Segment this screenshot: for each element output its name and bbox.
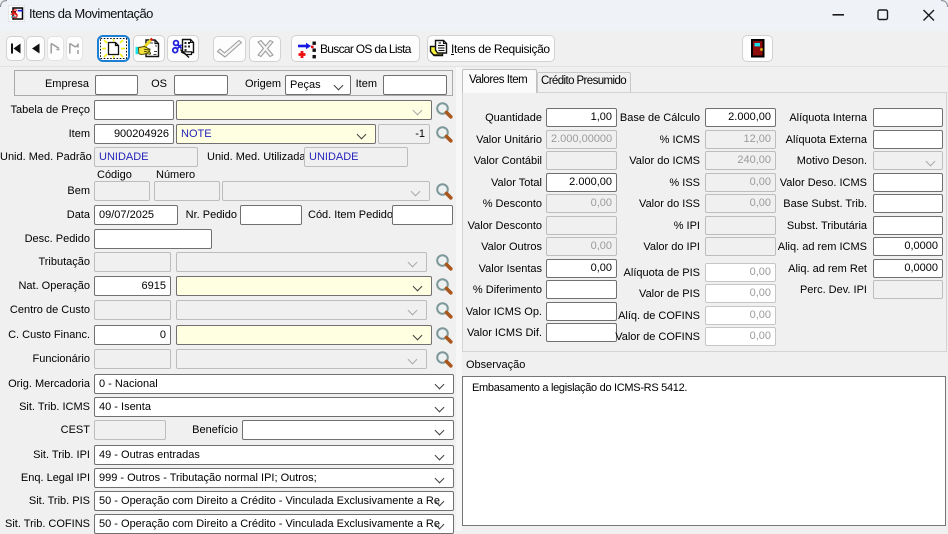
svg-text:$: $ (12, 6, 19, 21)
